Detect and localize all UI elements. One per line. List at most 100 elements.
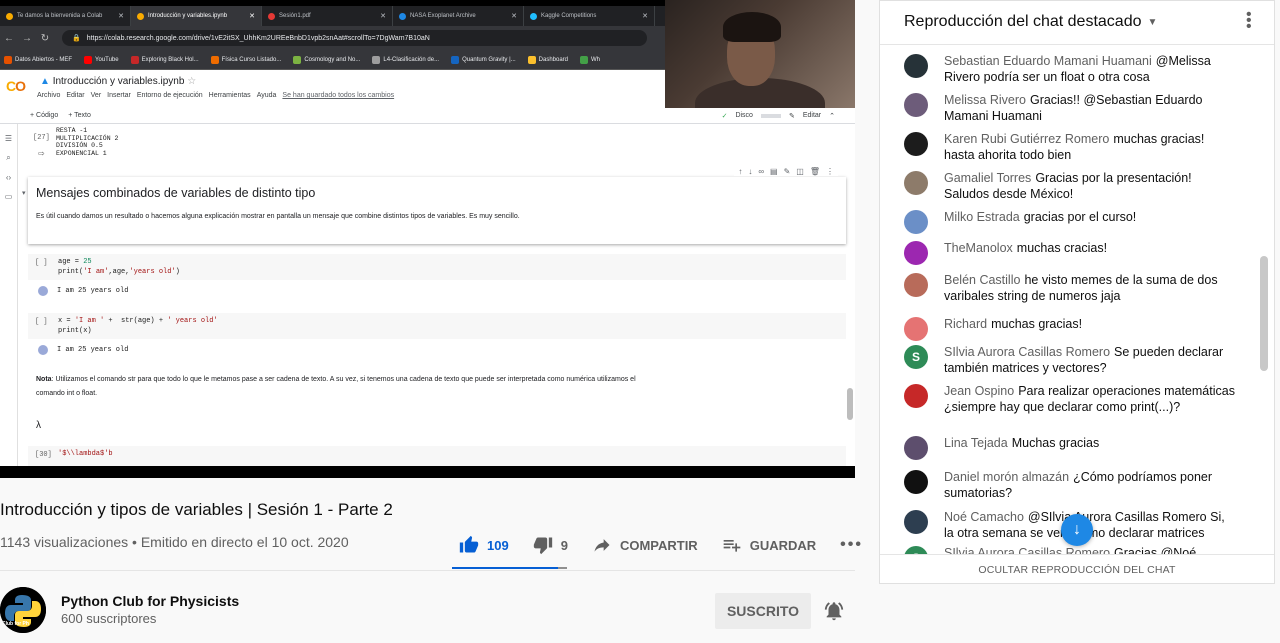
chat-avatar[interactable] <box>904 93 928 117</box>
menu-archivo: Archivo <box>37 92 61 99</box>
chat-author[interactable]: Sebastian Eduardo Mamani Huamani <box>944 54 1152 68</box>
previous-output: RESTA -1 MULTIPLICACIÓN 2 DIVISIÓN 0.5 E… <box>56 127 119 157</box>
close-icon: ✕ <box>249 13 255 20</box>
lambda-symbol: λ <box>36 420 41 431</box>
markdown-paragraph: Es útil cuando damos un resultado o hace… <box>36 213 520 220</box>
notification-bell-button[interactable] <box>823 600 845 627</box>
chat-avatar[interactable] <box>904 210 928 234</box>
chat-author[interactable]: SIlvia Aurora Casillas Romero <box>944 546 1110 554</box>
tab-favicon-icon <box>399 12 406 20</box>
forward-icon: → <box>22 32 32 44</box>
chat-avatar[interactable] <box>904 470 928 494</box>
bookmark-icon <box>580 55 589 64</box>
share-button[interactable]: COMPARTIR <box>592 535 698 555</box>
chat-author[interactable]: Karen Rubi Gutiérrez Romero <box>944 132 1109 146</box>
bookmark-icon <box>527 55 536 64</box>
chat-header: Reproducción del chat destacado ▼ • • • <box>880 1 1274 45</box>
chat-author[interactable]: Jean Ospino <box>944 384 1014 398</box>
subscribe-button[interactable]: SUSCRITO <box>715 593 811 629</box>
channel-avatar[interactable]: Club for Ph <box>0 587 46 633</box>
chat-avatar[interactable]: S <box>904 345 928 369</box>
folder-icon: ▭ <box>4 192 13 201</box>
colab-logo-icon: CO <box>6 78 26 94</box>
chat-author[interactable]: Daniel morón almazán <box>944 470 1069 484</box>
tab-favicon-icon <box>530 12 537 20</box>
chevron-up-icon: ⌃ <box>829 112 835 120</box>
chat-more-button[interactable]: • • • <box>1246 7 1252 35</box>
caret-down-icon: ▼ <box>1147 16 1158 28</box>
chat-avatar[interactable] <box>904 384 928 408</box>
text-cell: ↑ ↓ ∞ ▤ ✎ ◫ 🗑 ⋮ ▾ Mensajes combinados de… <box>22 167 846 244</box>
toc-icon: ☰ <box>4 134 13 143</box>
subscriber-count: 600 suscriptores <box>61 611 157 626</box>
webcam-overlay <box>665 0 855 108</box>
more-actions-button[interactable]: ••• <box>840 536 863 554</box>
chat-author[interactable]: Gamaliel Torres <box>944 171 1031 185</box>
bookmark: Dashboard <box>527 55 568 64</box>
more-vert-icon: • • • <box>1246 6 1252 35</box>
disk-indicator: Disco <box>735 112 753 119</box>
comment-icon: ▤ <box>770 167 778 176</box>
chat-author[interactable]: Noé Camacho <box>944 510 1024 524</box>
chat-author[interactable]: Milko Estrada <box>944 210 1020 224</box>
browser-tab-active: Introducción y variables.ipynb ✕ <box>131 6 262 26</box>
chat-mode-dropdown[interactable]: Reproducción del chat destacado ▼ <box>904 13 1157 31</box>
chat-scrollbar[interactable] <box>1260 256 1268 371</box>
chat-avatar[interactable] <box>904 241 928 265</box>
code-icon: ‹› <box>5 173 12 182</box>
cell-toolbar: ↑ ↓ ∞ ▤ ✎ ◫ 🗑 ⋮ <box>734 167 838 176</box>
divider <box>0 570 855 571</box>
menu-ver: Ver <box>90 92 102 99</box>
menu-herramientas: Herramientas <box>208 92 251 99</box>
output-icon: ⇨ <box>38 149 45 158</box>
menu-editar: Editar <box>66 92 85 99</box>
chat-message-list[interactable]: Sebastian Eduardo Mamani Huamani @Melissa… <box>880 46 1260 554</box>
chat-text: Muchas gracias <box>1011 436 1100 450</box>
chat-avatar[interactable] <box>904 54 928 78</box>
chat-author[interactable]: SIlvia Aurora Casillas Romero <box>944 345 1110 359</box>
chat-avatar[interactable] <box>904 171 928 195</box>
chat-author[interactable]: Melissa Rivero <box>944 93 1026 107</box>
colab-toolbar: + Código + Texto ✓ Disco ✎ Editar ⌃ <box>0 108 855 124</box>
chat-author[interactable]: Belén Castillo <box>944 273 1020 287</box>
scroll-to-bottom-button[interactable]: ↓ <box>1061 514 1093 546</box>
back-icon: ← <box>4 32 14 44</box>
chat-avatar[interactable] <box>904 317 928 341</box>
star-icon: ☆ <box>187 76 197 87</box>
bookmark: L4-Clasificación de... <box>372 55 439 64</box>
bookmark-icon <box>210 55 219 64</box>
chat-author[interactable]: Lina Tejada <box>944 436 1008 450</box>
chat-author[interactable]: TheManolox <box>944 241 1013 255</box>
address-field: 🔒 https://colab.research.google.com/drive… <box>62 30 647 46</box>
collapse-icon: ▾ <box>22 190 26 197</box>
edit-icon: ✎ <box>788 112 795 120</box>
like-button[interactable]: 109 <box>459 535 509 555</box>
video-meta: 1143 visualizaciones • Emitido en direct… <box>0 534 349 550</box>
close-icon: ✕ <box>642 13 648 20</box>
bookmark: Física Curso Listado... <box>210 55 281 64</box>
dislike-button[interactable]: 9 <box>533 535 568 555</box>
chat-avatar[interactable] <box>904 510 928 534</box>
edit-icon: ✎ <box>783 167 791 176</box>
tab-favicon-icon <box>137 12 144 20</box>
chat-avatar[interactable] <box>904 436 928 460</box>
add-code-button: + Código <box>30 112 59 119</box>
bookmark-icon <box>130 55 139 64</box>
tab-favicon-icon <box>6 12 13 20</box>
hide-chat-button[interactable]: OCULTAR REPRODUCCIÓN DEL CHAT <box>880 554 1274 584</box>
chat-avatar[interactable]: S <box>904 546 928 554</box>
save-button[interactable]: GUARDAR <box>722 535 816 555</box>
arrow-down-icon: ↓ <box>1073 521 1081 538</box>
bookmark: Wh <box>580 55 600 64</box>
chat-avatar[interactable] <box>904 273 928 297</box>
chat-author[interactable]: Richard <box>944 317 987 331</box>
close-icon: ✕ <box>380 13 386 20</box>
code-cell: [ ] age = 25 print('I am',age,'years old… <box>28 254 846 280</box>
browser-tab: Kaggle Competitions ✕ <box>524 6 655 26</box>
channel-name[interactable]: Python Club for Physicists <box>61 593 239 609</box>
chat-text: muchas gracias! <box>991 317 1083 331</box>
reload-icon: ↻ <box>40 32 50 44</box>
chat-avatar[interactable] <box>904 132 928 156</box>
video-player[interactable]: Te damos la bienvenida a Colab ✕ Introduc… <box>0 0 855 478</box>
bookmark-icon <box>4 55 12 64</box>
